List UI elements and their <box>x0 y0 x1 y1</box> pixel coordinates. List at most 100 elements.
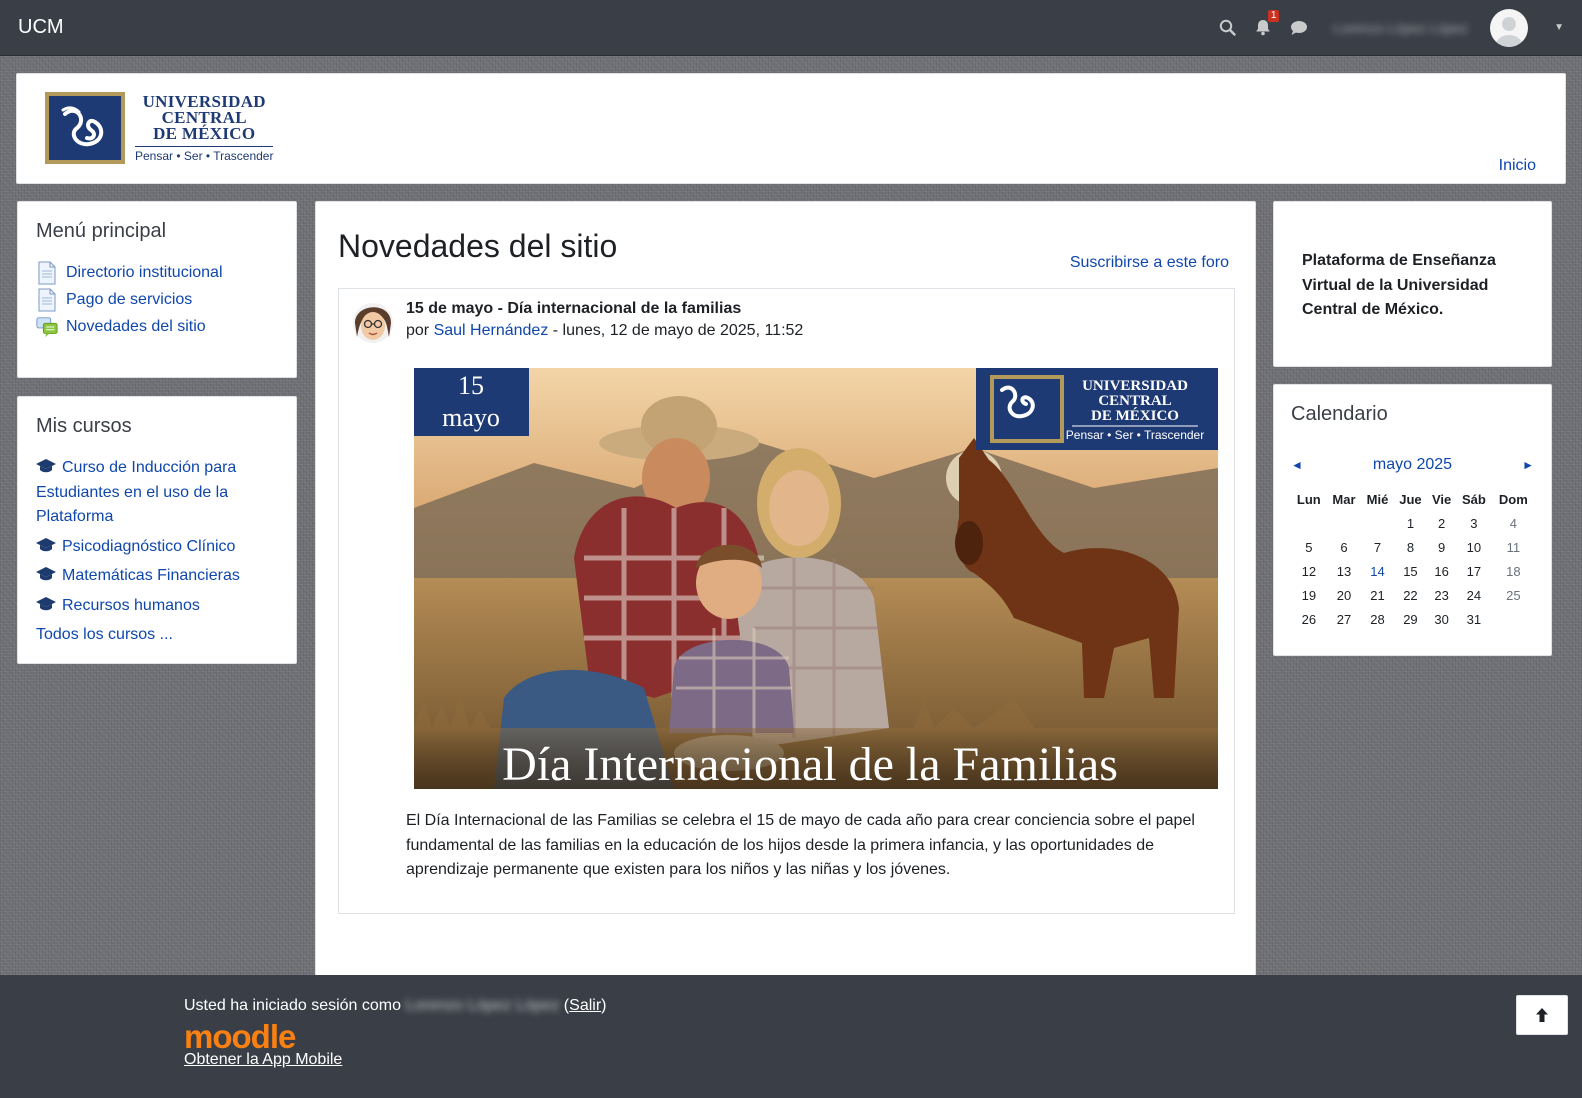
course-item[interactable]: Recursos humanos <box>36 594 278 619</box>
calendar-block: Calendario ◄ mayo 2025 ► Lun Mar Mié Jue Vie… <box>1273 384 1552 656</box>
calendar-day[interactable]: 7 <box>1361 535 1393 559</box>
forum-icon <box>36 316 58 337</box>
post-image: 15 mayo UNIVERSIDAD CENTRAL DE MÉXICO Pe… <box>414 368 1218 789</box>
graduation-cap-icon <box>36 567 56 581</box>
menu-item-label[interactable]: Directorio institucional <box>66 264 223 282</box>
calendar-day[interactable]: 28 <box>1361 607 1393 631</box>
calendar-day[interactable]: 3 <box>1456 511 1492 535</box>
university-emblem-icon <box>45 92 125 164</box>
university-logo[interactable]: UNIVERSIDAD CENTRAL DE MÉXICO Pensar • S… <box>45 92 274 164</box>
footer-user-name[interactable]: Lorenzo López López <box>405 997 559 1014</box>
menu-item-label[interactable]: Pago de servicios <box>66 291 192 309</box>
logout-close-paren: ) <box>601 997 607 1014</box>
calendar-month-link[interactable]: mayo 2025 <box>1373 456 1452 474</box>
calendar-day[interactable]: 4 <box>1492 511 1535 535</box>
calendar-day[interactable]: 17 <box>1456 559 1492 583</box>
calendar-day[interactable]: 21 <box>1361 583 1393 607</box>
image-logo-tagline: Pensar • Ser • Trascender <box>1066 428 1204 442</box>
menu-item-directorio[interactable]: Directorio institucional <box>36 259 278 286</box>
calendar-day[interactable]: 30 <box>1427 607 1456 631</box>
calendar-next-icon[interactable]: ► <box>1522 458 1534 472</box>
logo-tagline: Pensar • Ser • Trascender <box>135 145 274 163</box>
course-link[interactable]: Curso de Inducción para Estudiantes en e… <box>36 459 236 525</box>
image-date-day: 15 <box>458 371 484 400</box>
calendar-day[interactable]: 10 <box>1456 535 1492 559</box>
calendar-day[interactable]: 8 <box>1394 535 1428 559</box>
notifications-bell-icon[interactable]: 1 <box>1253 9 1280 38</box>
site-info-text: Plataforma de Enseñanza Virtual de la Un… <box>1302 252 1496 318</box>
calendar-day[interactable]: 5 <box>1291 535 1327 559</box>
menu-item-label[interactable]: Novedades del sitio <box>66 318 206 336</box>
calendar-weekday: Vie <box>1431 491 1452 507</box>
back-to-top-button[interactable] <box>1516 995 1568 1035</box>
calendar-day[interactable]: 6 <box>1327 535 1362 559</box>
calendar-week-row: 1234 <box>1291 511 1535 535</box>
logout-link[interactable]: Salir <box>569 997 601 1014</box>
calendar-weekday: Mié <box>1366 491 1389 507</box>
all-courses-item[interactable]: Todos los cursos ... <box>36 623 278 648</box>
user-avatar[interactable] <box>1490 8 1529 47</box>
course-item[interactable]: Matemáticas Financieras <box>36 564 278 589</box>
calendar-day[interactable]: 18 <box>1492 559 1535 583</box>
post-by-prefix: por <box>406 322 434 339</box>
menu-item-pago[interactable]: Pago de servicios <box>36 286 278 313</box>
menu-item-novedades[interactable]: Novedades del sitio <box>36 313 278 340</box>
calendar-day <box>1327 511 1362 535</box>
image-caption: Día Internacional de la Familias <box>502 738 1118 789</box>
calendar-day[interactable]: 9 <box>1427 535 1456 559</box>
calendar-day[interactable]: 13 <box>1327 559 1362 583</box>
author-avatar[interactable] <box>351 297 395 347</box>
calendar-day[interactable]: 23 <box>1427 583 1456 607</box>
calendar-day[interactable]: 27 <box>1327 607 1362 631</box>
breadcrumb-home-link[interactable]: Inicio <box>1499 157 1536 175</box>
calendar-day[interactable]: 2 <box>1427 511 1456 535</box>
calendar-prev-icon[interactable]: ◄ <box>1291 458 1303 472</box>
course-item[interactable]: Psicodiagnóstico Clínico <box>36 535 278 560</box>
course-link[interactable]: Psicodiagnóstico Clínico <box>62 538 235 555</box>
user-menu-caret-icon[interactable]: ▼ <box>1554 22 1564 33</box>
calendar-day[interactable]: 20 <box>1327 583 1362 607</box>
calendar-day[interactable]: 22 <box>1394 583 1428 607</box>
page-footer: Usted ha iniciado sesión como Lorenzo Ló… <box>0 975 1582 1098</box>
calendar-day[interactable]: 25 <box>1492 583 1535 607</box>
main-menu-block: Menú principal Directorio institucional … <box>17 201 297 378</box>
site-brand[interactable]: UCM <box>18 16 64 39</box>
calendar-day[interactable]: 19 <box>1291 583 1327 607</box>
course-link[interactable]: Recursos humanos <box>62 597 200 614</box>
course-item[interactable]: Curso de Inducción para Estudiantes en e… <box>36 456 278 530</box>
calendar-day[interactable]: 26 <box>1291 607 1327 631</box>
notifications-count-badge: 1 <box>1267 9 1280 22</box>
calendar-day[interactable]: 31 <box>1456 607 1492 631</box>
image-logo-line-1: UNIVERSIDAD <box>1082 378 1188 394</box>
calendar-day[interactable]: 1 <box>1394 511 1428 535</box>
calendar-day[interactable]: 11 <box>1492 535 1535 559</box>
calendar-week-row: 12 13 14 15 16 17 18 <box>1291 559 1535 583</box>
calendar-day[interactable]: 15 <box>1394 559 1428 583</box>
calendar-day[interactable]: 29 <box>1394 607 1428 631</box>
navbar-user-name[interactable]: Lorenzo López López <box>1333 20 1468 36</box>
my-courses-block: Mis cursos Curso de Inducción para Estud… <box>17 396 297 664</box>
search-icon[interactable] <box>1217 18 1237 38</box>
calendar-day[interactable]: 24 <box>1456 583 1492 607</box>
calendar-weekday: Mar <box>1332 491 1356 507</box>
calendar-day[interactable]: 12 <box>1291 559 1327 583</box>
get-mobile-app-link[interactable]: Obtener la App Mobile <box>184 1051 342 1069</box>
messages-icon[interactable] <box>1289 18 1309 38</box>
arrow-up-icon <box>1536 1008 1548 1022</box>
image-logo-line-3: DE MÉXICO <box>1091 407 1179 424</box>
login-info-text: Usted ha iniciado sesión como <box>184 997 406 1014</box>
calendar-day[interactable]: 14 <box>1361 559 1393 583</box>
page-header: UNIVERSIDAD CENTRAL DE MÉXICO Pensar • S… <box>16 73 1566 184</box>
calendar-day[interactable]: 16 <box>1427 559 1456 583</box>
top-navbar: UCM 1 Lorenzo López López ▼ <box>0 0 1582 56</box>
logo-line-3: DE MÉXICO <box>153 123 256 143</box>
post-body: El Día Internacional de las Familias se … <box>406 812 1195 878</box>
post-author-link[interactable]: Saul Hernández <box>434 322 549 339</box>
calendar-day <box>1492 607 1535 631</box>
all-courses-link[interactable]: Todos los cursos ... <box>36 626 173 643</box>
course-link[interactable]: Matemáticas Financieras <box>62 567 240 584</box>
page-icon <box>38 261 56 284</box>
calendar-week-row: 19 20 21 22 23 24 25 <box>1291 583 1535 607</box>
calendar-title: Calendario <box>1291 403 1388 425</box>
subscribe-forum-link[interactable]: Suscribirse a este foro <box>1070 254 1229 272</box>
